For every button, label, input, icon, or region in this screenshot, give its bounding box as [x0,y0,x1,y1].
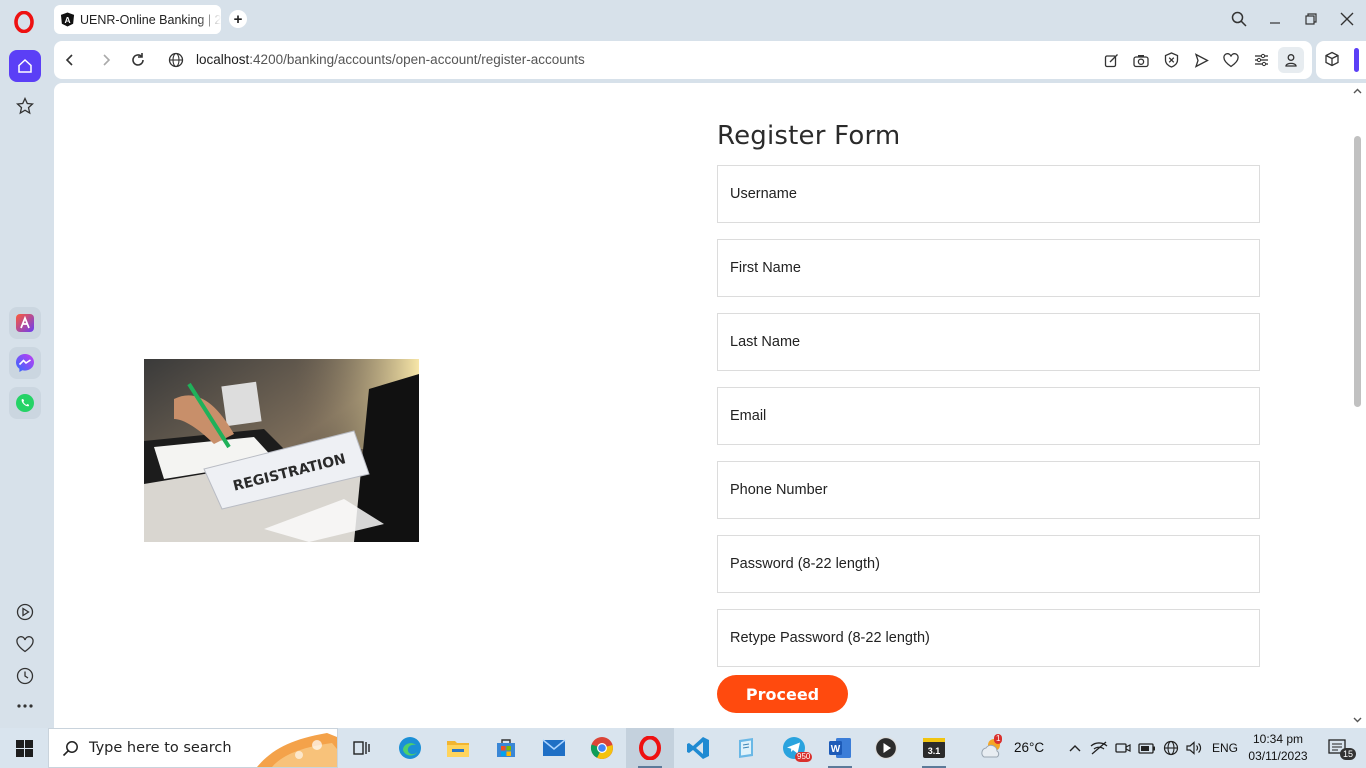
password-field[interactable] [717,535,1260,593]
last-name-field[interactable] [717,313,1260,371]
registration-image: REGISTRATION [144,359,419,542]
scroll-up-icon[interactable] [1353,86,1362,95]
edge-icon[interactable] [386,728,434,768]
show-hidden-icons-chevron-icon[interactable] [1064,728,1086,768]
proceed-button[interactable]: Proceed [717,675,848,713]
close-window-icon[interactable] [1336,8,1358,30]
notification-center-icon[interactable]: 15 [1318,728,1358,768]
forward-icon[interactable] [96,50,116,70]
notification-count-badge: 15 [1340,748,1357,760]
profile-icon[interactable] [1278,47,1304,73]
tab-strip: A UENR-Online Banking | 20 + [0,0,1366,38]
new-tab-button[interactable]: + [229,10,247,28]
flow-send-icon[interactable] [1192,51,1210,69]
search-highlight-illustration [247,729,337,767]
url-field[interactable]: localhost:4200/banking/accounts/open-acc… [196,52,585,67]
retype-password-field[interactable] [717,609,1260,667]
username-field[interactable] [717,165,1260,223]
notepad-app-icon[interactable] [722,728,770,768]
taskbar-search[interactable]: Type here to search [48,728,338,768]
first-name-field[interactable] [717,239,1260,297]
scroll-thumb[interactable] [1354,136,1361,407]
vscode-icon[interactable] [674,728,722,768]
meet-now-icon[interactable] [1112,728,1134,768]
whatsapp-icon[interactable] [9,387,41,419]
heart-bookmark-icon[interactable] [1222,51,1240,69]
task-view-icon[interactable] [338,728,386,768]
share-icon[interactable] [1102,51,1120,69]
svg-text:W: W [831,744,841,755]
adblock-shield-icon[interactable] [1162,51,1180,69]
media-player-icon[interactable] [862,728,910,768]
browser-tab[interactable]: A UENR-Online Banking | 20 [54,5,221,34]
bookmarks-heart-icon[interactable] [9,628,41,660]
site-info-globe-icon[interactable] [166,50,186,70]
url-path: :4200/banking/accounts/open-account/regi… [249,52,585,67]
scroll-down-icon[interactable] [1353,715,1362,724]
angular-icon: A [60,12,75,27]
back-icon[interactable] [60,50,80,70]
extensions-cube-icon[interactable] [1324,51,1340,72]
messenger-icon[interactable] [9,347,41,379]
opera-taskbar-icon[interactable] [626,728,674,768]
snapshot-camera-icon[interactable] [1132,51,1150,69]
history-clock-icon[interactable] [9,660,41,692]
weather-icon[interactable]: 1 [972,728,1012,768]
word-icon[interactable]: W [816,728,864,768]
speed-dial-star-icon[interactable] [9,90,41,122]
form-title: Register Form [717,121,901,151]
taskbar-clock[interactable]: 10:34 pm 03/11/2023 [1248,731,1308,765]
more-options-icon[interactable] [9,690,41,722]
microsoft-store-icon[interactable] [482,728,530,768]
page-viewport: REGISTRATION Register Form Proceed [54,83,1366,728]
minimize-icon[interactable] [1264,8,1286,30]
phone-number-field[interactable] [717,461,1260,519]
search-icon [62,740,78,756]
sidebar-indicator [1354,48,1359,72]
vertical-scrollbar[interactable] [1349,83,1366,728]
url-host: localhost [196,52,250,67]
clock-date: 03/11/2023 [1248,749,1308,763]
email-field[interactable] [717,387,1260,445]
weather-temperature[interactable]: 26°C [1014,740,1044,755]
reload-icon[interactable] [128,50,148,70]
opera-logo-icon[interactable] [12,10,36,34]
search-placeholder: Type here to search [89,740,232,756]
volume-icon[interactable] [1184,728,1206,768]
input-language[interactable]: ENG [1212,741,1238,755]
chrome-icon[interactable] [578,728,626,768]
player-icon[interactable] [9,596,41,628]
telegram-icon[interactable]: 950 [770,728,818,768]
restore-icon[interactable] [1300,8,1322,30]
windows-start-icon[interactable] [0,728,48,768]
mail-icon[interactable] [530,728,578,768]
aria-ai-icon[interactable] [9,307,41,339]
windows-taskbar: Type here to search 950 W 3.1 1 26°C ENG… [0,728,1366,768]
easy-setup-menu-icon[interactable] [1252,51,1270,69]
network-globe-icon[interactable] [1160,728,1182,768]
register-form: Register Form Proceed [717,121,1260,713]
home-icon[interactable] [9,50,41,82]
svg-text:3.1: 3.1 [928,746,941,756]
video-editor-icon[interactable]: 3.1 [910,728,958,768]
network-disconnected-icon[interactable] [1088,728,1110,768]
address-bar: localhost:4200/banking/accounts/open-acc… [54,41,1312,79]
telegram-badge: 950 [795,752,813,762]
svg-text:A: A [64,15,70,25]
search-tabs-icon[interactable] [1228,8,1250,30]
battery-icon[interactable] [1136,728,1158,768]
opera-sidebar [0,38,50,728]
file-explorer-icon[interactable] [434,728,482,768]
clock-time: 10:34 pm [1252,732,1304,746]
